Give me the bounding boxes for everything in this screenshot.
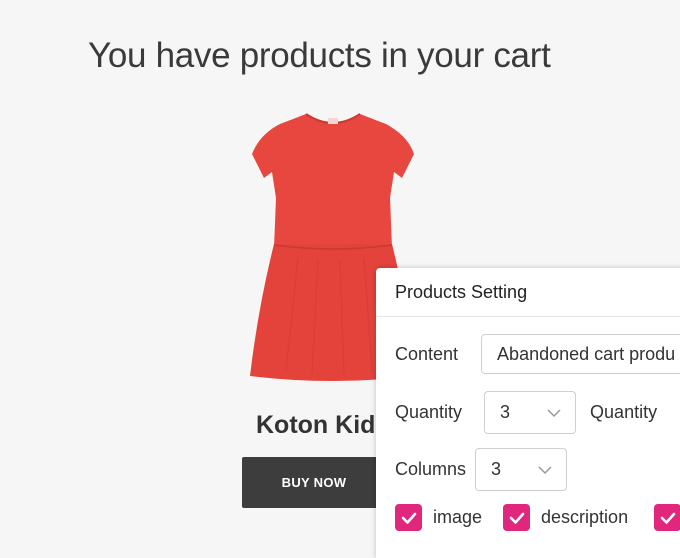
content-row: Content Abandoned cart produ <box>395 334 680 374</box>
display-options-row: image description <box>395 504 680 531</box>
panel-title: Products Setting <box>376 268 680 317</box>
columns-label: Columns <box>395 459 467 479</box>
description-checkbox[interactable] <box>503 504 531 531</box>
quantity-label-2: Quantity <box>590 402 658 422</box>
chevron-down-icon <box>538 465 552 474</box>
chevron-down-icon <box>547 408 561 417</box>
third-checkbox[interactable] <box>654 504 680 531</box>
content-label: Content <box>395 343 459 364</box>
image-checkbox-label: image <box>433 507 483 527</box>
products-setting-panel: Products Setting Content Abandoned cart … <box>376 268 680 558</box>
page-title: You have products in your cart <box>88 36 551 75</box>
image-checkbox[interactable] <box>395 504 422 531</box>
columns-value: 3 <box>491 459 502 479</box>
columns-select[interactable]: 3 <box>475 448 568 491</box>
columns-row: Columns 3 <box>395 448 568 491</box>
quantity-select[interactable]: 3 <box>484 391 577 434</box>
buy-now-button[interactable]: BUY NOW <box>242 457 386 508</box>
checkmark-icon <box>509 512 524 524</box>
checkmark-icon <box>401 512 416 524</box>
checkmark-icon <box>660 512 675 524</box>
content-select[interactable]: Abandoned cart produ <box>481 334 680 374</box>
quantity-row: Quantity 3 Quantity <box>395 391 657 434</box>
description-checkbox-label: description <box>541 507 629 527</box>
product-name: Koton Kid <box>256 411 376 439</box>
quantity-value: 3 <box>500 402 511 422</box>
quantity-label: Quantity <box>395 402 463 422</box>
